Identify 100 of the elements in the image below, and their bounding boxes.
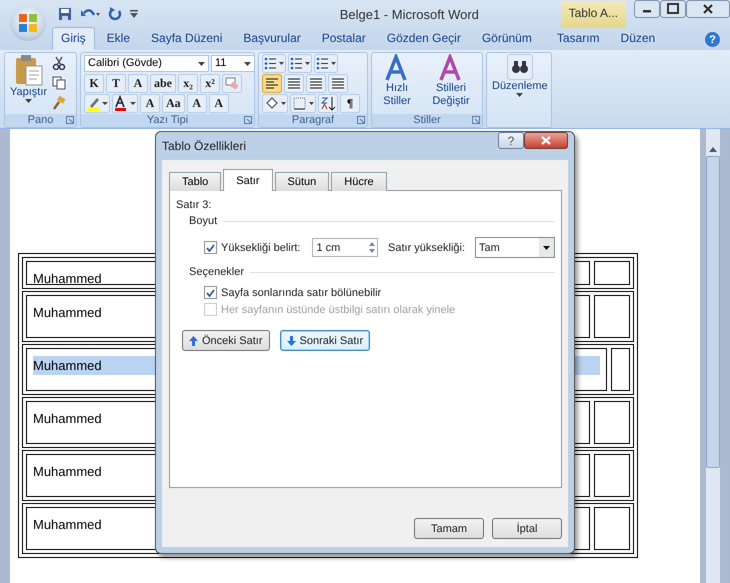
ribbon-tab[interactable]: Gözden Geçir — [378, 27, 470, 50]
align-center-icon[interactable] — [284, 74, 304, 93]
vertical-scrollbar[interactable] — [706, 129, 720, 583]
dropdown-arrow-icon — [198, 62, 205, 66]
numbered-list-icon[interactable] — [288, 54, 312, 73]
dropdown-arrow-icon — [516, 93, 524, 97]
font-format-button[interactable]: Aa — [162, 94, 185, 113]
font-format-button[interactable]: x₂ — [178, 74, 198, 93]
row-number-label: Satır 3: — [176, 199, 212, 211]
ribbon-tab[interactable]: Giriş — [52, 27, 95, 50]
dialog-launcher-icon[interactable] — [244, 116, 252, 124]
group-label: Yazı Tipi — [146, 114, 188, 126]
checkbox-label[interactable]: Yüksekliği belirt: — [221, 242, 300, 254]
dialog-tab[interactable]: Satır — [223, 169, 273, 191]
quick-styles-button[interactable]: Hızlı Stiller — [375, 54, 419, 113]
contextual-tab-label: Tablo A... — [560, 1, 626, 28]
font-format-button[interactable]: K — [84, 74, 104, 93]
clipboard-icon — [14, 54, 44, 86]
checkbox-label[interactable]: Sayfa sonlarında satır bölünebilir — [221, 286, 382, 298]
checkmark-icon — [206, 244, 215, 252]
ribbon-tab[interactable]: Postalar — [312, 27, 375, 50]
dropdown-arrow-icon — [244, 62, 251, 66]
align-right-icon[interactable] — [306, 74, 326, 93]
dialog-launcher-icon[interactable] — [66, 116, 74, 124]
change-styles-button[interactable]: Stilleri Değiştir — [422, 54, 480, 113]
bullet-list-icon[interactable] — [262, 54, 286, 73]
field-label: Satır yüksekliği: — [388, 242, 466, 254]
dialog-tab[interactable]: Tablo — [169, 172, 222, 191]
table-cell[interactable] — [594, 507, 630, 550]
dropdown-arrow-icon — [25, 99, 32, 103]
row-height-dropdown[interactable]: Tam — [475, 237, 555, 258]
cell-text: Muhammed — [33, 516, 102, 534]
cell-text: Muhammed — [33, 270, 102, 288]
help-button[interactable]: ? — [498, 132, 524, 149]
dialog-launcher-icon[interactable] — [357, 116, 365, 124]
group-label: Pano — [28, 114, 54, 126]
office-button[interactable] — [10, 5, 46, 41]
font-format-button[interactable]: x² — [200, 74, 220, 93]
ribbon-tab[interactable]: Sayfa Düzeni — [142, 27, 232, 50]
previous-row-button[interactable]: Önceki Satır — [182, 330, 270, 351]
ribbon-tab[interactable]: Başvurular — [234, 27, 310, 50]
font-size-combo[interactable]: 11 — [211, 55, 255, 72]
borders-icon[interactable] — [290, 94, 316, 113]
customize-arrow-icon[interactable] — [130, 10, 138, 18]
group-label: Paragraf — [292, 114, 334, 126]
font-format-button[interactable]: T — [106, 74, 126, 93]
dialog-tab[interactable]: Sütun — [274, 172, 330, 191]
ribbon-tab[interactable]: Ekle — [98, 27, 140, 50]
height-spin-field[interactable]: 1 cm — [312, 238, 378, 257]
editing-button[interactable]: Düzenleme — [490, 54, 550, 126]
checkbox[interactable] — [204, 241, 217, 254]
font-format-button[interactable]: A — [128, 74, 148, 93]
close-button[interactable] — [686, 0, 730, 18]
font-format-button[interactable]: A — [140, 94, 160, 113]
dropdown-value: Tam — [479, 242, 500, 254]
table-cell[interactable] — [594, 261, 630, 285]
cancel-button[interactable]: İptal — [492, 518, 562, 539]
dialog-tab[interactable]: Hücre — [331, 172, 387, 191]
justify-icon[interactable] — [328, 74, 348, 93]
ok-button[interactable]: Tamam — [414, 518, 484, 539]
table-cell[interactable] — [594, 401, 630, 444]
dialog-launcher-icon[interactable] — [472, 116, 480, 124]
close-button[interactable] — [524, 132, 568, 149]
section-heading: Seçenekler — [189, 266, 244, 278]
height-value: 1 cm — [316, 242, 340, 254]
down-arrow-icon — [286, 336, 296, 346]
redo-icon[interactable] — [108, 7, 122, 21]
section-heading: Boyut — [189, 215, 218, 227]
sort-icon[interactable] — [318, 94, 338, 113]
ribbon-tab[interactable]: Tasarım — [548, 27, 609, 50]
minimize-button[interactable] — [634, 0, 660, 18]
scissors-icon[interactable] — [52, 56, 66, 70]
scrollbar-thumb[interactable] — [706, 156, 720, 468]
table-cell[interactable] — [594, 454, 630, 497]
maximize-button[interactable] — [660, 0, 686, 18]
font-name-combo[interactable]: Calibri (Gövde) — [84, 55, 209, 72]
checkbox[interactable] — [204, 286, 217, 299]
ribbon-tab[interactable]: Görünüm — [472, 27, 541, 50]
table-cell[interactable] — [594, 295, 630, 338]
font-color-icon[interactable] — [112, 94, 138, 113]
multilevel-list-icon[interactable] — [314, 54, 338, 73]
table-cell[interactable] — [610, 348, 630, 391]
font-format-button[interactable]: abe — [150, 74, 176, 93]
font-format-button[interactable]: A — [186, 94, 207, 113]
copy-icon[interactable] — [52, 76, 66, 90]
paste-button[interactable]: Yapıştır — [8, 54, 50, 113]
cell-text: Muhammed — [33, 463, 102, 481]
font-name-value: Calibri (Gövde) — [88, 56, 162, 71]
group-label: Stiller — [413, 114, 441, 126]
font-format-button[interactable]: A — [208, 94, 229, 113]
help-button[interactable]: ? — [705, 32, 720, 47]
checkbox-label: Her sayfanın üstünde üstbilgi satırı olarak yinele — [221, 304, 456, 316]
ribbon-tab[interactable]: Düzen — [612, 27, 664, 50]
next-row-button[interactable]: Sonraki Satır — [280, 330, 370, 351]
align-left-icon[interactable] — [262, 74, 282, 93]
show-formatting-button[interactable]: ¶ — [340, 94, 360, 113]
save-icon[interactable] — [58, 7, 72, 21]
office-logo-icon[interactable] — [17, 12, 39, 34]
clear-formatting-icon[interactable] — [222, 74, 242, 93]
highlight-pen-icon[interactable] — [84, 94, 110, 113]
